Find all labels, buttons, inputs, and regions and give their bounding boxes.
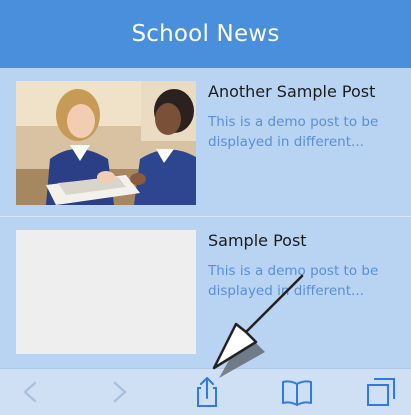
post-title[interactable]: Sample Post [208,231,307,250]
page-title: School News [131,21,280,47]
post-thumbnail[interactable] [16,81,196,205]
post-excerpt: This is a demo post to be displayed in d… [208,114,379,150]
browser-toolbar [0,368,411,415]
news-feed: Another Sample Post This is a demo post … [0,68,411,368]
students-photo [16,81,196,205]
app-header: School News [0,0,411,68]
post-thumbnail-placeholder[interactable] [16,230,196,354]
bookmarks-icon[interactable] [280,375,314,409]
post-item[interactable]: Another Sample Post This is a demo post … [0,68,411,216]
forward-icon[interactable] [102,375,136,409]
share-icon[interactable] [190,375,224,409]
back-icon[interactable] [14,375,48,409]
post-item[interactable]: Sample Post This is a demo post to be di… [0,216,411,365]
tabs-icon[interactable] [364,375,398,409]
pointer-arrow-icon [212,274,311,378]
post-title[interactable]: Another Sample Post [208,82,375,101]
